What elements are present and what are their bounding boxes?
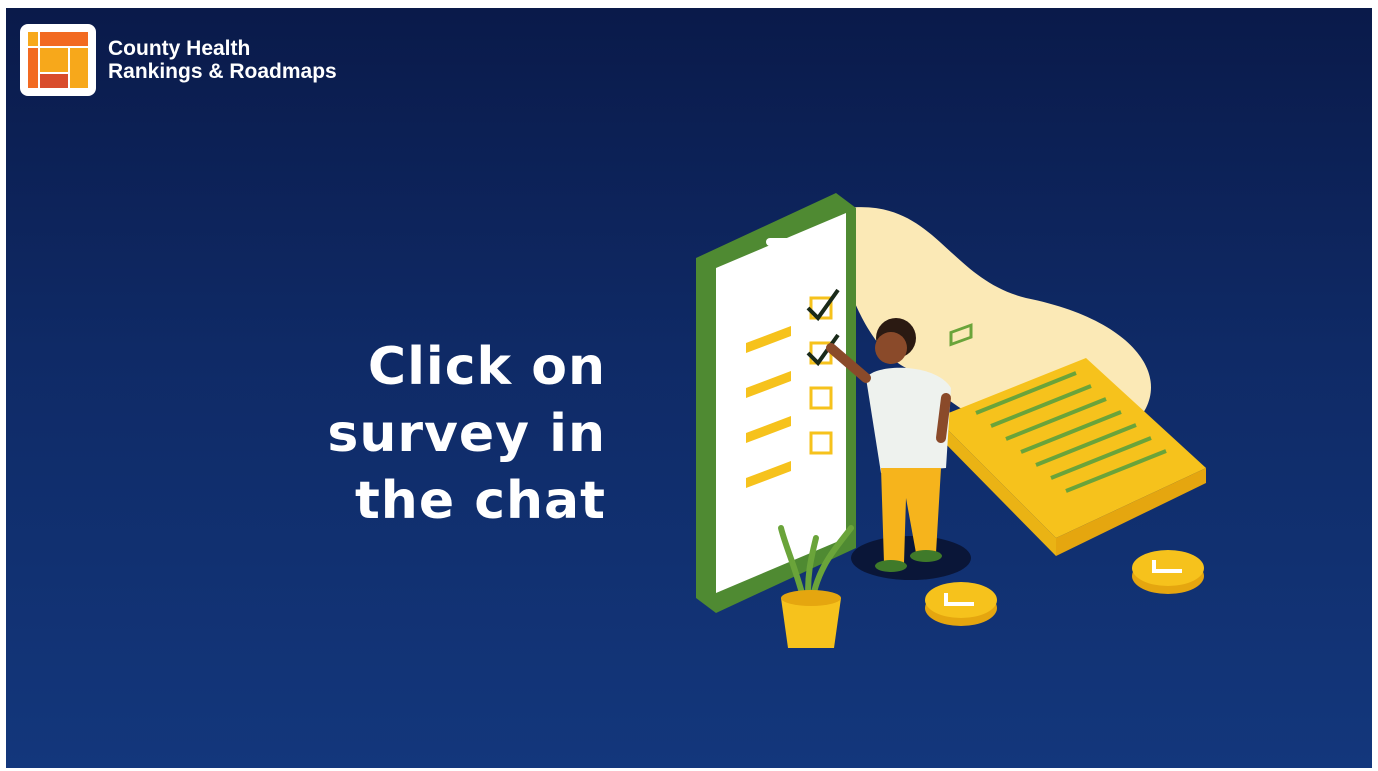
brand-name: County Health Rankings & Roadmaps [108,37,337,83]
slide: County Health Rankings & Roadmaps Click … [6,8,1372,768]
survey-checklist-illustration [606,168,1246,693]
headline-line3: the chat [354,471,606,531]
brand-logo: County Health Rankings & Roadmaps [20,24,337,96]
headline-line1: Click on [367,337,606,397]
headline-line2: survey in [327,404,606,464]
brand-name-line2: Rankings & Roadmaps [108,60,337,83]
logo-mark-icon [20,24,96,96]
brand-name-line1: County Health [108,37,251,60]
headline: Click on survey in the chat [286,334,606,535]
